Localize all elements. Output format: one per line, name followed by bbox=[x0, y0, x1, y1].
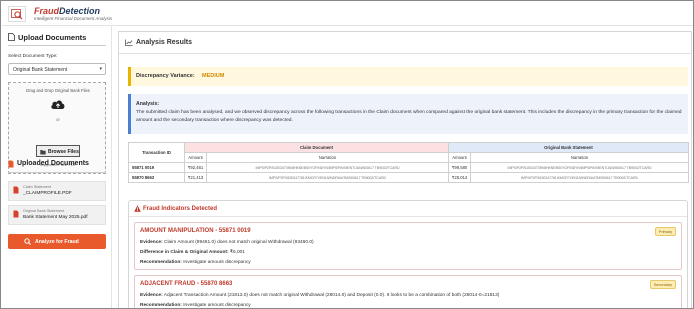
cell-claim-amount: ₹21,413 bbox=[184, 172, 207, 183]
doc-type-select[interactable]: Original Bank Statement ▾ bbox=[8, 63, 106, 75]
cell-tid: 55871 0019 bbox=[128, 162, 185, 173]
col-group-original: Original Bank Statement bbox=[448, 142, 689, 153]
col-orig-narration: Narration bbox=[470, 152, 689, 163]
fraud-difference: Difference in Claim & Original Amount: ₹… bbox=[140, 250, 245, 255]
evidence-label: Evidence: bbox=[140, 240, 163, 245]
col-claim-narration: Narration bbox=[206, 152, 449, 163]
analysis-heading: Analysis: bbox=[136, 101, 160, 107]
priority-badge: Primary bbox=[654, 227, 676, 236]
panel-header: Analysis Results bbox=[119, 32, 691, 54]
priority-badge: Secondary bbox=[649, 280, 676, 289]
variance-value: MEDIUM bbox=[202, 73, 225, 79]
cell-claim-narration: IMPS/P2P/5150347789/8HKNEBS0YOFINDYN/IMP… bbox=[206, 162, 449, 173]
browse-files-label: Browse Files bbox=[48, 149, 79, 155]
cell-orig-narration: IMPS/P2P/5150347789/8HKNEBS0YOFINDYN/IMP… bbox=[470, 162, 689, 173]
fraud-evidence: Evidence: Adjacent Transaction Amount (2… bbox=[140, 293, 499, 298]
fraud-card-title: AMOUNT MANIPULATION - 55871 0019 bbox=[140, 228, 251, 234]
dropzone-or: or bbox=[56, 117, 60, 122]
recommendation-text: Investigate amount discrepancy bbox=[183, 303, 251, 308]
chart-line-icon bbox=[125, 39, 133, 46]
cell-claim-amount: ₹92,461 bbox=[184, 162, 207, 173]
fraud-indicators: Fraud Indicators Detected AMOUNT MANIPUL… bbox=[128, 200, 688, 308]
app-tagline: Intelligent Financial Document Analysis bbox=[34, 16, 113, 21]
variance-label: Discrepancy Variance: bbox=[136, 73, 195, 79]
difference-label: Difference in Claim & Original Amount: bbox=[140, 250, 229, 255]
search-icon bbox=[24, 238, 31, 245]
cell-tid: 55870 8663 bbox=[128, 172, 185, 183]
chevron-down-icon: ▾ bbox=[99, 66, 102, 72]
analysis-text: The submitted claim has been analysed, a… bbox=[136, 110, 682, 123]
fraud-header: Fraud Indicators Detected bbox=[129, 201, 687, 217]
table-row: 55870 8663 ₹21,413 IMPS/P2P/5150347781/K… bbox=[128, 172, 689, 183]
analysis-summary: Analysis: The submitted claim has been a… bbox=[128, 94, 688, 134]
variance-banner: Discrepancy Variance: MEDIUM bbox=[128, 67, 688, 86]
cloud-upload-icon bbox=[51, 100, 65, 109]
fraud-recommendation: Recommendation: Investigate amount discr… bbox=[140, 260, 251, 265]
doc-filename: Bank Statement May 2025.pdf bbox=[23, 215, 88, 220]
cell-orig-narration: IMPS/P2P/5150347781/KMCR7VEN15/INDRA/ATM… bbox=[470, 172, 689, 183]
cell-orig-amount: ₹28,014 bbox=[448, 172, 471, 183]
col-orig-amount: Amount bbox=[448, 152, 471, 163]
sidebar: Upload Documents Select Document Type: O… bbox=[2, 26, 112, 308]
app-window: FraudDetection Intelligent Financial Doc… bbox=[0, 0, 694, 309]
recommendation-text: Investigate amount discrepancy bbox=[183, 260, 251, 265]
fraud-recommendation: Recommendation: Investigate amount discr… bbox=[140, 303, 251, 308]
evidence-text: Adjacent Transaction Amount (21813.0) do… bbox=[163, 293, 500, 298]
panel-title: Analysis Results bbox=[136, 39, 193, 46]
fraud-card-title: ADJACENT FRAUD - 55870 8663 bbox=[140, 281, 233, 287]
pdf-file-icon bbox=[13, 186, 19, 194]
upload-heading: Upload Documents bbox=[18, 33, 87, 42]
transactions-table: Transaction ID Claim Document Original B… bbox=[128, 142, 689, 183]
evidence-text: Claim Amount (99461.0) does not match or… bbox=[164, 240, 314, 245]
doc-filename: _CLAIMPROFILE.PDF bbox=[23, 191, 72, 196]
fraud-card-primary: AMOUNT MANIPULATION - 55871 0019 Primary… bbox=[134, 222, 682, 270]
cell-claim-narration: IMPS/P2P/5150347781/KMCR7VEN15/INDRA/ATM… bbox=[206, 172, 449, 183]
doc-type: Original Bank Statement bbox=[23, 209, 65, 213]
col-group-claim: Claim Document bbox=[184, 142, 449, 153]
fraud-heading: Fraud Indicators Detected bbox=[143, 206, 218, 212]
divider bbox=[8, 172, 106, 173]
uploaded-doc-item[interactable]: Original Bank Statement Bank Statement M… bbox=[8, 205, 106, 225]
magnifier-logo-icon bbox=[11, 9, 23, 20]
analyze-fraud-label: Analyze for Fraud bbox=[35, 238, 79, 245]
uploaded-heading: Uploaded Documents bbox=[17, 160, 89, 167]
analyze-fraud-button[interactable]: Analyze for Fraud bbox=[8, 234, 106, 249]
fraud-evidence: Evidence: Claim Amount (99461.0) does no… bbox=[140, 240, 314, 245]
cell-orig-amount: ₹99,580 bbox=[448, 162, 471, 173]
analysis-panel: Analysis Results Discrepancy Variance: M… bbox=[118, 31, 692, 308]
doc-type-label: Select Document Type: bbox=[8, 54, 58, 59]
app-logo bbox=[8, 6, 26, 22]
app-title: FraudDetection bbox=[34, 6, 100, 16]
col-claim-amount: Amount bbox=[184, 152, 207, 163]
fraud-card-secondary: ADJACENT FRAUD - 55870 8663 Secondary Ev… bbox=[134, 275, 682, 308]
evidence-label: Evidence: bbox=[140, 293, 163, 298]
col-transaction-id: Transaction ID bbox=[128, 142, 185, 163]
recommendation-label: Recommendation: bbox=[140, 260, 182, 265]
dropzone-text: Drag and Drop Original Bank Files bbox=[26, 88, 90, 93]
recommendation-label: Recommendation: bbox=[140, 303, 182, 308]
file-pdf-icon bbox=[8, 160, 14, 168]
browse-files-button[interactable]: Browse Files bbox=[36, 145, 80, 157]
doc-type: Claim Statement bbox=[23, 185, 52, 189]
document-upload-icon bbox=[8, 33, 15, 41]
divider bbox=[8, 45, 106, 46]
table-row: 55871 0019 ₹92,461 IMPS/P2P/5150347789/8… bbox=[128, 162, 689, 173]
folder-icon bbox=[40, 150, 46, 155]
warning-icon bbox=[134, 205, 141, 212]
difference-value: ₹6,001 bbox=[229, 250, 245, 255]
top-bar: FraudDetection Intelligent Financial Doc… bbox=[2, 2, 693, 26]
brand-part-1: Fraud bbox=[34, 6, 60, 16]
doc-type-value: Original Bank Statement bbox=[13, 67, 68, 73]
brand-part-2: Detection bbox=[59, 6, 101, 16]
pdf-file-icon bbox=[13, 210, 19, 218]
uploaded-doc-item[interactable]: Claim Statement _CLAIMPROFILE.PDF bbox=[8, 181, 106, 201]
